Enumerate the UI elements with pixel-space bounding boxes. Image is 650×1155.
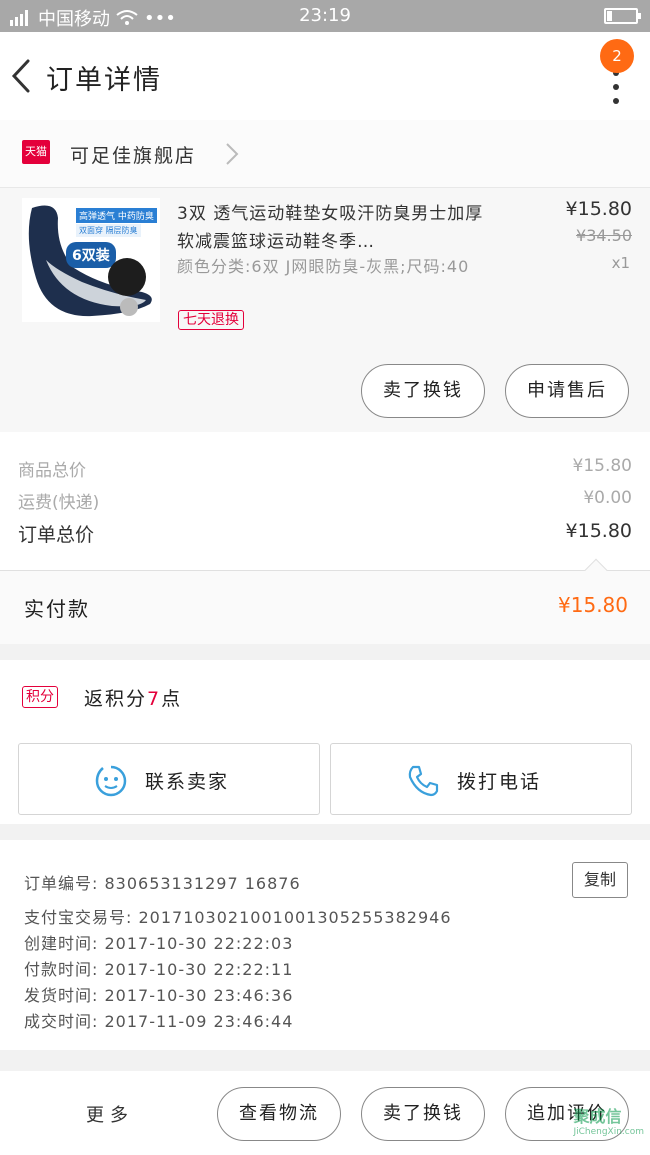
actual-payment-label: 实付款 [24, 597, 90, 621]
completed-time: 成交时间: 2017-11-09 23:46:44 [24, 1012, 294, 1031]
goods-total-row: 商品总价 ¥15.80 [18, 456, 632, 481]
battery-icon [604, 8, 641, 24]
shipped-time: 发货时间: 2017-10-30 23:46:36 [24, 986, 294, 1005]
call-phone-label: 拨打电话 [457, 771, 542, 793]
shipping-label: 运费(快递) [18, 493, 100, 513]
status-bar: 中国移动 ••• 23:19 [0, 0, 650, 32]
shop-name: 可足佳旗舰店 [70, 145, 197, 167]
bottom-action-bar: 更多 查看物流 卖了换钱 追加评价 聚成信 JiChengXin.com [0, 1071, 650, 1155]
view-logistics-button[interactable]: 查看物流 [217, 1087, 341, 1141]
more-button[interactable]: 更多 [86, 1101, 134, 1127]
nav-bar: 订单详情 2 [0, 32, 650, 120]
page-title: 订单详情 [46, 65, 162, 96]
item-original-price: ¥34.50 [576, 226, 632, 245]
shipping-value: ¥0.00 [583, 488, 632, 508]
points-tag: 积分 [22, 686, 58, 708]
notification-badge: 2 [600, 39, 634, 73]
points-prefix: 返积分 [84, 688, 148, 710]
goods-total-value: ¥15.80 [572, 456, 632, 476]
watermark-text: 聚成信 [573, 1107, 622, 1126]
clock: 23:19 [299, 5, 351, 26]
order-item[interactable]: 高弹透气 中药防臭 双面穿 隔层防臭 6双装 3双 透气运动鞋垫女吸汗防臭男士加… [0, 188, 650, 432]
contact-seller-label: 联系卖家 [145, 771, 230, 793]
more-menu-icon[interactable] [612, 70, 620, 118]
points-suffix: 点 [161, 688, 183, 710]
points-text: 返积分7点 [84, 684, 182, 711]
sell-for-cash-button[interactable]: 卖了换钱 [361, 364, 485, 418]
chevron-right-icon [226, 143, 239, 165]
thumb-tag-double: 双面穿 隔层防臭 [76, 224, 141, 237]
shipping-row: 运费(快递) ¥0.00 [18, 488, 632, 513]
contact-seller-button[interactable]: 联系卖家 [18, 743, 320, 815]
product-thumbnail[interactable]: 高弹透气 中药防臭 双面穿 隔层防臭 6双装 [22, 198, 160, 322]
thumb-detail-circle [108, 258, 146, 296]
thumb-pack-label: 6双装 [66, 242, 116, 268]
points-section: 积分 返积分7点 联系卖家 拨打电话 [0, 660, 650, 824]
cost-summary: 商品总价 ¥15.80 运费(快递) ¥0.00 订单总价 ¥15.80 [0, 432, 650, 570]
apply-after-sale-button[interactable]: 申请售后 [505, 364, 629, 418]
order-total-value: ¥15.80 [565, 520, 632, 542]
thumb-tag-breathable: 高弹透气 中药防臭 [76, 208, 157, 223]
item-price: ¥15.80 [565, 198, 632, 220]
goods-total-label: 商品总价 [18, 461, 86, 481]
call-phone-button[interactable]: 拨打电话 [330, 743, 632, 815]
order-info: 订单编号: 830653131297 16876 复制 支付宝交易号: 2017… [0, 840, 650, 1050]
points-number: 7 [147, 688, 162, 710]
back-arrow-icon[interactable] [8, 56, 38, 96]
actual-payment-row: 实付款 ¥15.80 [0, 558, 650, 644]
watermark-url: JiChengXin.com [573, 1127, 644, 1137]
product-title[interactable]: 3双 透气运动鞋垫女吸汗防臭男士加厚软减震篮球运动鞋冬季… [177, 200, 495, 256]
thumb-detail-circle-small [120, 298, 138, 316]
paid-time: 付款时间: 2017-10-30 22:22:11 [24, 960, 294, 979]
alipay-trade-number: 支付宝交易号: 2017103021001001305255382946 [24, 908, 452, 927]
order-total-label: 订单总价 [18, 524, 95, 546]
watermark: 聚成信 JiChengXin.com [573, 1103, 644, 1137]
actual-payment-value: ¥15.80 [558, 593, 628, 617]
product-sku: 颜色分类:6双 J网眼防臭-灰黑;尺码:40 [177, 257, 470, 276]
shop-row[interactable]: 天猫 可足佳旗舰店 [0, 120, 650, 188]
copy-button[interactable]: 复制 [572, 862, 628, 898]
sell-for-cash-bottom-button[interactable]: 卖了换钱 [361, 1087, 485, 1141]
tmall-logo-icon: 天猫 [22, 140, 50, 164]
chat-face-icon [95, 765, 127, 797]
order-total-row: 订单总价 ¥15.80 [18, 520, 632, 547]
seven-day-return-badge: 七天退换 [178, 310, 244, 330]
phone-icon [408, 765, 439, 797]
item-quantity: x1 [611, 254, 630, 272]
order-number: 订单编号: 830653131297 16876 [24, 874, 301, 893]
created-time: 创建时间: 2017-10-30 22:22:03 [24, 934, 294, 953]
